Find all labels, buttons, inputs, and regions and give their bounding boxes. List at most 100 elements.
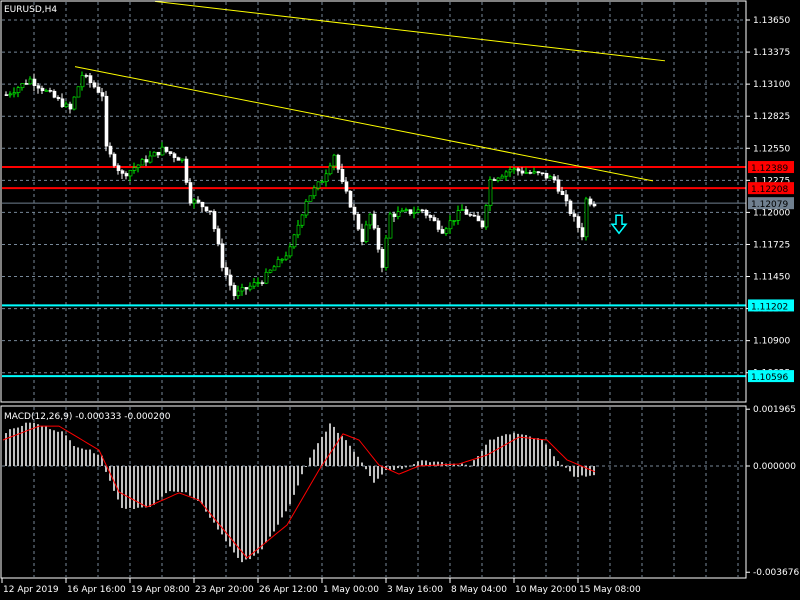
macd-label: MACD(12,26,9) -0.000333 -0.000200: [4, 412, 171, 422]
macd-histogram-bar: [413, 464, 415, 466]
macd-histogram-bar: [357, 456, 359, 466]
time-label: 1 May 00:00: [323, 585, 379, 595]
bull-candle: [496, 177, 501, 181]
bear-candle: [572, 213, 577, 217]
bear-candle: [560, 190, 565, 195]
macd-histogram-bar: [533, 438, 535, 466]
bear-candle: [476, 215, 481, 222]
macd-histogram-bar: [13, 428, 15, 466]
bull-candle: [272, 266, 277, 271]
macd-histogram-bar: [45, 426, 47, 466]
bull-candle: [128, 170, 133, 177]
bear-candle: [492, 179, 497, 181]
macd-histogram-bar: [125, 466, 127, 509]
bear-candle: [96, 86, 101, 93]
bull-candle: [140, 159, 145, 166]
macd-histogram-bar: [309, 457, 311, 466]
bull-candle: [320, 181, 325, 183]
macd-histogram-bar: [501, 435, 503, 466]
bear-candle: [464, 209, 469, 215]
bull-candle: [444, 228, 449, 234]
bear-candle: [184, 158, 189, 183]
bear-candle: [104, 95, 109, 147]
price-label: 1.13375: [753, 48, 790, 58]
macd-histogram-bar: [565, 466, 567, 468]
macd-histogram-bar: [221, 466, 223, 535]
bear-candle: [260, 282, 265, 284]
macd-histogram-bar: [497, 436, 499, 466]
price-label: 1.12550: [753, 144, 790, 154]
chart-canvas[interactable]: 12 Apr 2019 16 Apr 16:00 19 Apr 08:00 23 Ap…: [0, 0, 800, 600]
bear-candle: [36, 85, 41, 89]
bear-candle: [428, 215, 433, 218]
macd-histogram-bar: [173, 466, 175, 492]
macd-histogram-bar: [69, 440, 71, 466]
macd-histogram-bar: [409, 465, 411, 467]
candles: [4, 71, 597, 300]
level-price: 1.10596: [751, 373, 788, 383]
macd-histogram-bar: [461, 463, 463, 466]
macd-axis-label: 0.000000: [753, 462, 796, 472]
macd-histogram-bar: [589, 466, 591, 476]
macd-histogram-bar: [481, 450, 483, 466]
bear-candle: [24, 83, 29, 85]
macd-histogram-bar: [209, 466, 211, 518]
macd-histogram-bar: [149, 466, 151, 507]
bear-candle: [164, 146, 169, 152]
bear-candle: [232, 285, 237, 297]
bull-candle: [248, 285, 253, 290]
bull-candle: [64, 103, 69, 107]
bear-candle: [380, 248, 385, 268]
bear-candle: [52, 90, 57, 98]
bear-candle: [392, 213, 397, 217]
macd-histogram-bar: [77, 447, 79, 466]
bear-candle: [220, 243, 225, 268]
macd-histogram-bar: [581, 466, 583, 476]
macd-histogram-bar: [393, 466, 395, 470]
bear-candle: [568, 200, 573, 215]
level-price: 1.12079: [751, 200, 788, 210]
bull-candle: [312, 187, 317, 197]
bear-candle: [408, 209, 413, 214]
bear-candle: [56, 97, 61, 100]
macd-histogram-bar: [157, 466, 159, 500]
bear-candle: [352, 206, 357, 215]
bear-candle: [224, 267, 229, 276]
bear-candle: [344, 181, 349, 192]
macd-histogram-bar: [161, 466, 163, 497]
time-label: 12 Apr 2019: [3, 585, 59, 595]
macd-histogram-bar: [405, 466, 407, 468]
bear-candle: [112, 153, 117, 166]
bear-candle: [68, 103, 73, 110]
bear-candle: [480, 220, 485, 228]
macd-histogram-bar: [537, 438, 539, 466]
level-price: 1.11202: [751, 302, 788, 312]
macd-histogram-bar: [285, 466, 287, 512]
macd-histogram-bar: [237, 466, 239, 558]
macd-histogram-bar: [185, 466, 187, 493]
macd-histogram-bar: [261, 466, 263, 550]
macd-histogram-bar: [521, 434, 523, 466]
macd-histogram-bar: [97, 454, 99, 466]
macd-histogram-bar: [245, 466, 247, 560]
trendlines[interactable]: [74, 0, 666, 235]
bull-candle: [400, 210, 405, 213]
macd-histogram-bar: [457, 465, 459, 467]
macd-histogram-bar: [329, 423, 331, 466]
bear-candle: [436, 220, 441, 230]
macd-histogram-bar: [169, 466, 171, 492]
bear-candle: [544, 172, 549, 179]
bear-candle: [244, 287, 249, 290]
macd-histogram-bar: [81, 448, 83, 466]
bear-candle: [92, 82, 97, 88]
macd-histogram-bar: [417, 461, 419, 466]
chart-window[interactable]: 12 Apr 2019 16 Apr 16:00 19 Apr 08:00 23 Ap…: [0, 0, 800, 600]
bear-candle: [208, 210, 213, 213]
macd-histogram-bar: [361, 462, 363, 466]
macd-histogram-bar: [277, 466, 279, 525]
macd-histogram-bar: [525, 435, 527, 466]
macd-histogram-bar: [313, 449, 315, 466]
bear-candle: [440, 229, 445, 234]
bear-candle: [556, 179, 561, 192]
sell-arrow-icon: [610, 214, 628, 235]
